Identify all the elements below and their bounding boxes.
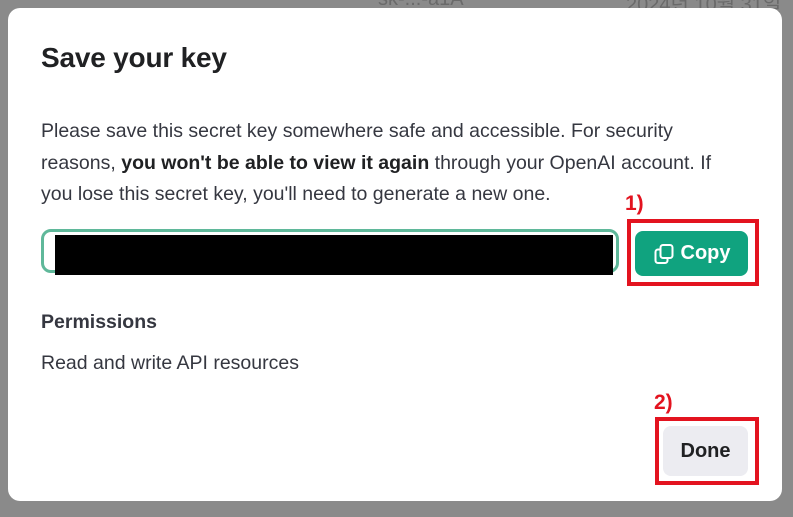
dialog-title: Save your key — [41, 42, 227, 73]
permissions-value: Read and write API resources — [41, 352, 299, 374]
annotation-copy-highlight — [627, 219, 759, 286]
annotation-step-1-label: 1) — [625, 192, 644, 215]
permissions-heading: Permissions — [41, 311, 157, 333]
annotation-done-highlight — [655, 417, 759, 485]
description-emphasis: you won't be able to view it again — [121, 151, 430, 174]
redacted-key-value — [55, 235, 613, 275]
secret-key-field[interactable] — [41, 229, 619, 275]
annotation-step-2-label: 2) — [654, 391, 673, 414]
